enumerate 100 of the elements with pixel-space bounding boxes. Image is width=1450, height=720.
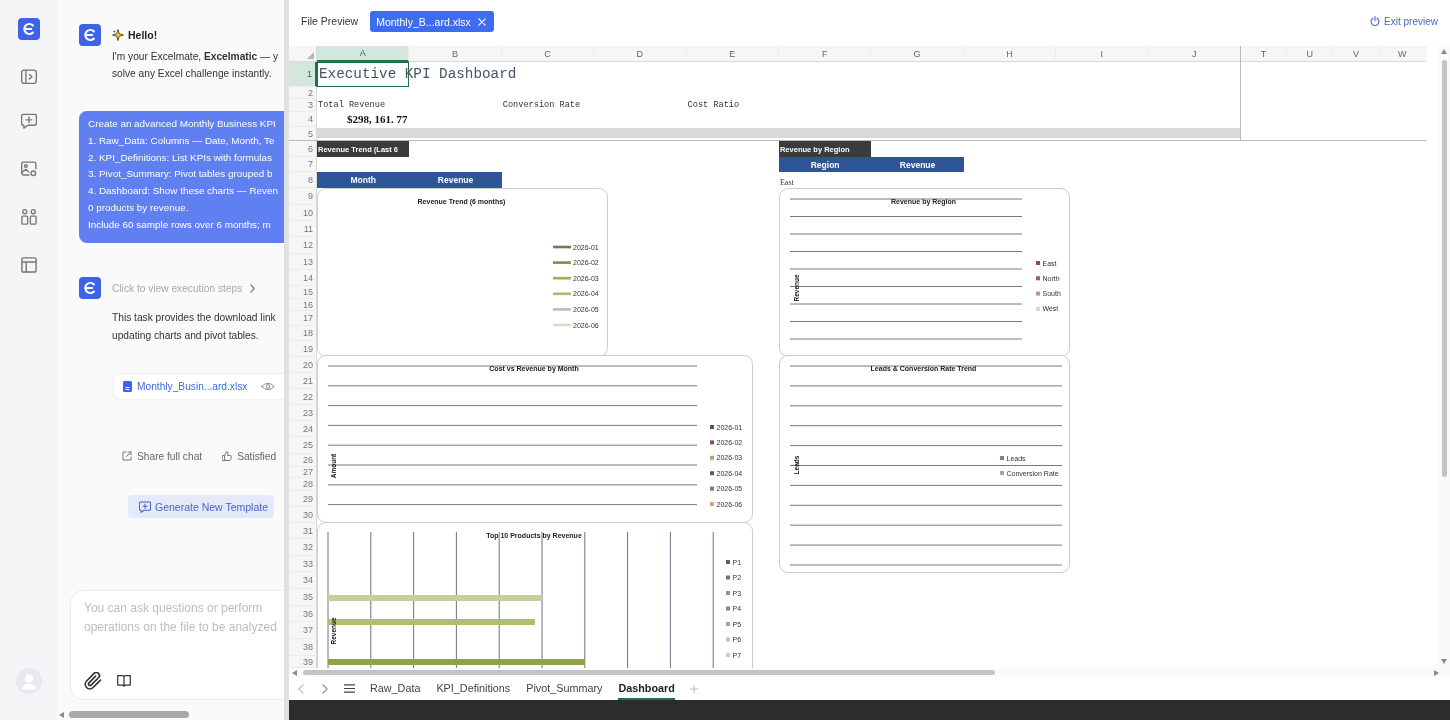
caret-down-icon[interactable] — [1441, 659, 1447, 664]
file-link[interactable]: Monthly_Busin...ard.xlsx — [137, 381, 248, 392]
row-header[interactable]: 17 — [289, 311, 317, 326]
row-header[interactable]: 8 — [289, 172, 317, 188]
row-header[interactable]: 39 — [289, 656, 317, 668]
row-header[interactable]: 19 — [289, 341, 317, 357]
row-header[interactable]: 12 — [289, 237, 317, 254]
message-text: This task provides the download link — [112, 311, 277, 325]
scrollbar-thumb[interactable] — [69, 711, 189, 718]
message-text: 0 products by revenue. — [88, 201, 190, 215]
row-header[interactable]: 6 — [289, 141, 317, 157]
row-header[interactable]: 37 — [289, 622, 317, 639]
column-header[interactable]: B — [409, 46, 502, 62]
row-header[interactable]: 25 — [289, 437, 317, 454]
message-text: solve any Excel challenge instantly. — [112, 67, 273, 81]
close-icon[interactable] — [477, 17, 486, 26]
sidebar-toggle-icon[interactable] — [20, 69, 37, 85]
row-header[interactable]: 20 — [289, 357, 317, 373]
column-header[interactable]: U — [1287, 46, 1334, 62]
caret-left-icon[interactable] — [292, 669, 297, 676]
book-icon[interactable] — [117, 674, 131, 688]
like-button[interactable]: Satisfied — [222, 450, 277, 462]
generate-template-button[interactable]: Generate New Template — [128, 495, 274, 518]
eye-icon[interactable] — [261, 382, 275, 391]
row-header[interactable]: 1 — [289, 62, 317, 87]
kpi-label: Total Revenue — [317, 101, 386, 110]
image-icon[interactable] — [20, 161, 37, 177]
caret-right-icon[interactable] — [1434, 669, 1439, 676]
column-header[interactable]: H — [963, 46, 1057, 62]
column-header[interactable]: I — [1056, 46, 1149, 62]
column-header[interactable]: D — [594, 46, 687, 62]
greeting-title: Hello! — [128, 29, 158, 41]
sheet-tab[interactable]: KPI_Definitions — [436, 677, 511, 700]
caret-up-icon[interactable] — [1441, 49, 1447, 54]
row-header[interactable]: 22 — [289, 389, 317, 405]
chevron-left-icon[interactable] — [298, 683, 304, 694]
row-header[interactable]: 23 — [289, 405, 317, 421]
row-header[interactable]: 29 — [289, 491, 317, 507]
row-header[interactable]: 26 — [289, 454, 317, 467]
column-header[interactable]: V — [1333, 46, 1380, 62]
scrollbar-thumb[interactable] — [303, 670, 995, 675]
sheet-tab[interactable]: Raw_Data — [370, 677, 421, 700]
row-header[interactable]: 2 — [289, 87, 317, 99]
scrollbar-thumb[interactable] — [1441, 60, 1447, 477]
row-header[interactable]: 38 — [289, 639, 317, 656]
logo-icon — [17, 18, 40, 40]
row-header[interactable]: 33 — [289, 556, 317, 572]
triangle-icon[interactable] — [307, 52, 314, 59]
column-header[interactable]: J — [1148, 46, 1241, 62]
row-header[interactable]: 16 — [289, 299, 317, 311]
row-header[interactable]: 28 — [289, 478, 317, 491]
row-header[interactable]: 24 — [289, 421, 317, 437]
row-header[interactable]: 10 — [289, 205, 317, 221]
chevron-right-icon[interactable] — [322, 683, 328, 694]
column-header[interactable]: C — [501, 46, 595, 62]
row-header[interactable]: 5 — [289, 127, 317, 141]
message-text: 1. Raw_Data: Columns — Date, Month, Te — [88, 133, 276, 148]
message-text: 2. KPI_Definitions: List KPIs with formulas — [88, 150, 273, 165]
row-header[interactable]: 4 — [289, 112, 317, 127]
row-header[interactable]: 9 — [289, 188, 317, 205]
row-header[interactable]: 32 — [289, 539, 317, 556]
execution-steps-link[interactable]: Click to view execution steps — [112, 277, 256, 299]
column-header[interactable]: W — [1379, 46, 1426, 62]
message-text: I'm your Excelmate, Excelmatic — y — [112, 50, 279, 64]
layout-icon[interactable] — [20, 257, 37, 273]
paperclip-icon[interactable] — [84, 672, 102, 690]
sheet-tab[interactable]: Pivot_Summary — [526, 677, 603, 700]
row-header[interactable]: 31 — [289, 523, 317, 539]
row-header[interactable]: 15 — [289, 286, 317, 299]
row-header[interactable]: 7 — [289, 157, 317, 172]
file-tab[interactable]: Monthly_B...ard.xlsx — [370, 11, 494, 32]
row-header[interactable]: 11 — [289, 221, 317, 237]
exit-preview-button[interactable]: Exit preview — [1370, 15, 1438, 27]
share-button[interactable]: Share full chat — [122, 450, 203, 462]
thumbs-up-icon — [222, 451, 233, 461]
row-header[interactable]: 36 — [289, 606, 317, 622]
row-header[interactable]: 35 — [289, 589, 317, 606]
row-header[interactable]: 30 — [289, 507, 317, 523]
row-header[interactable]: 3 — [289, 99, 317, 112]
chat-input[interactable]: You can ask questions or perform operations on the file to be analyzed — [84, 599, 284, 639]
column-header[interactable]: F — [778, 46, 872, 62]
column-header[interactable]: A — [317, 46, 410, 62]
row-header[interactable]: 18 — [289, 326, 317, 341]
message-composer[interactable]: You can ask questions or perform operations on the file to be analyzed — [70, 590, 284, 700]
menu-icon[interactable] — [344, 684, 355, 693]
message-text: Create an advanced Monthly Business KPI — [88, 117, 277, 131]
caret-left-icon[interactable] — [59, 711, 64, 718]
column-header[interactable]: T — [1240, 46, 1288, 62]
row-header[interactable]: 13 — [289, 254, 317, 270]
widgets-icon[interactable] — [20, 209, 37, 225]
table-header-cell: Revenue — [409, 172, 502, 188]
message-text: 4. Dashboard: Show these charts — Reven — [88, 184, 279, 199]
row-header[interactable]: 14 — [289, 270, 317, 286]
row-header[interactable]: 34 — [289, 572, 317, 589]
column-header[interactable]: E — [686, 46, 779, 62]
row-header[interactable]: 21 — [289, 373, 317, 389]
panel-title: File Preview — [301, 15, 359, 27]
column-header[interactable]: G — [871, 46, 964, 62]
bot-avatar-icon — [79, 277, 101, 299]
chat-plus-icon[interactable] — [20, 113, 37, 129]
